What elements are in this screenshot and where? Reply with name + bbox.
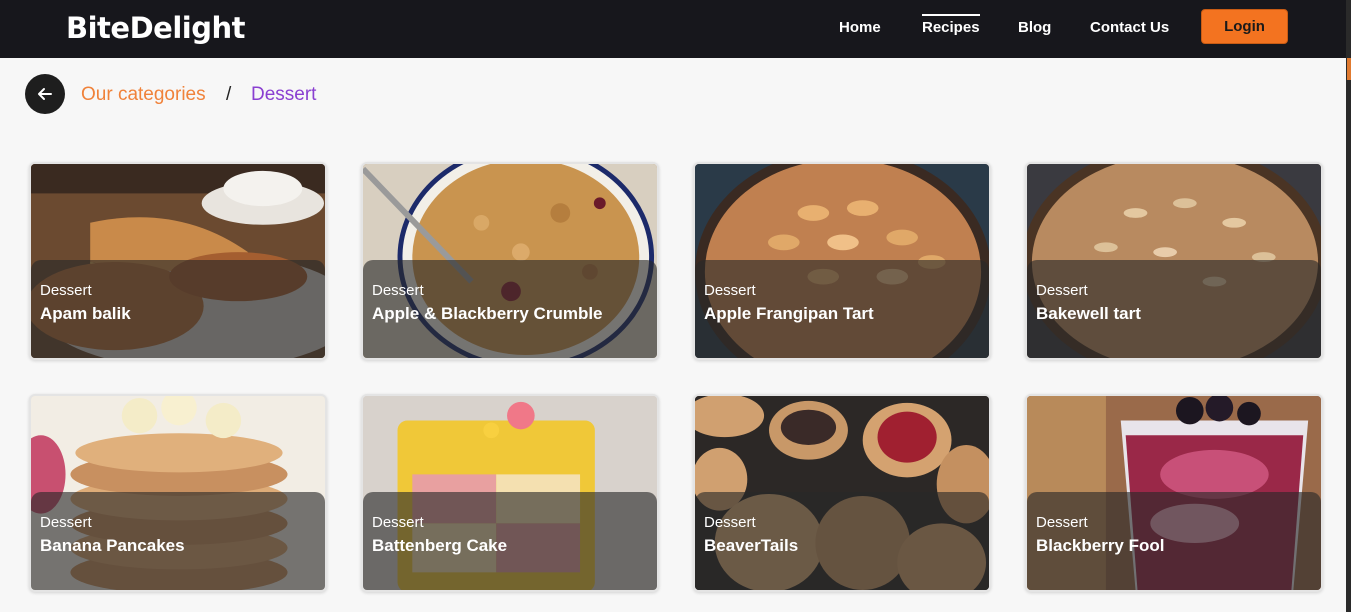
recipe-name: Apple & Blackberry Crumble (372, 304, 603, 323)
recipe-card[interactable]: Dessert Apam balik (29, 162, 327, 360)
recipe-card[interactable]: Dessert Bakewell tart (1025, 162, 1323, 360)
recipe-card[interactable]: Dessert BeaverTails (693, 394, 991, 592)
recipe-card[interactable]: Dessert Apple Frangipan Tart (693, 162, 991, 360)
back-button[interactable] (25, 74, 65, 114)
recipe-category: Dessert (704, 514, 756, 531)
nav-contact-us[interactable]: Contact Us (1090, 19, 1169, 36)
recipe-name: Bakewell tart (1036, 304, 1141, 323)
brand-logo[interactable]: BiteDelight (66, 11, 245, 45)
recipe-card[interactable]: Dessert Apple & Blackberry Crumble (361, 162, 659, 360)
arrow-left-icon (38, 88, 52, 100)
nav-recipes[interactable]: Recipes (922, 14, 980, 36)
nav-blog[interactable]: Blog (1018, 19, 1051, 36)
recipe-category: Dessert (40, 282, 92, 299)
page-scrollbar[interactable] (1346, 0, 1351, 612)
recipe-category: Dessert (704, 282, 756, 299)
breadcrumb-parent-link[interactable]: Our categories (81, 84, 206, 106)
recipe-category: Dessert (372, 514, 424, 531)
recipe-card[interactable]: Dessert Banana Pancakes (29, 394, 327, 592)
nav-home[interactable]: Home (839, 19, 881, 36)
recipe-card[interactable]: Dessert Blackberry Fool (1025, 394, 1323, 592)
recipe-category: Dessert (1036, 514, 1088, 531)
breadcrumb-separator: / (226, 84, 232, 105)
recipe-name: Apam balik (40, 304, 131, 323)
breadcrumb-current: Dessert (251, 84, 317, 105)
scrollbar-thumb[interactable] (1347, 58, 1351, 80)
recipe-name: Apple Frangipan Tart (704, 304, 874, 323)
recipe-name: Banana Pancakes (40, 536, 185, 555)
recipe-name: Blackberry Fool (1036, 536, 1165, 555)
recipe-category: Dessert (1036, 282, 1088, 299)
recipe-name: BeaverTails (704, 536, 799, 555)
login-button[interactable]: Login (1201, 9, 1288, 44)
recipe-category: Dessert (40, 514, 92, 531)
recipe-name: Battenberg Cake (372, 536, 508, 555)
recipe-category: Dessert (372, 282, 424, 299)
top-navbar: BiteDelight Home Recipes Blog Contact Us… (0, 0, 1351, 58)
recipe-card[interactable]: Dessert Battenberg Cake (361, 394, 659, 592)
